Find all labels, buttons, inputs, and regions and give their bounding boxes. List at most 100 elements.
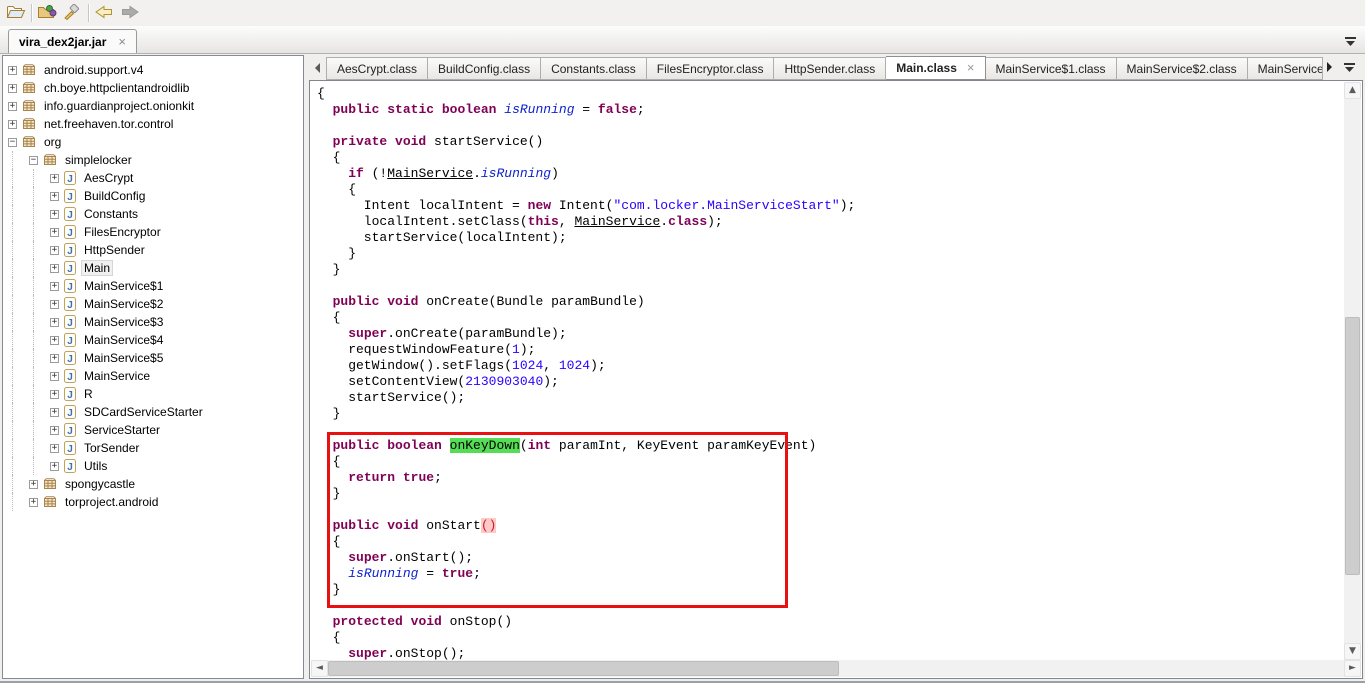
back-button[interactable] [92, 2, 116, 24]
vertical-scrollbar[interactable]: ▲ ▼ [1344, 82, 1361, 660]
tab-mainservice-3-clas[interactable]: MainService$3.clas [1248, 57, 1323, 80]
tree-item[interactable]: +JUtils [3, 457, 303, 475]
expand-icon[interactable]: + [50, 408, 59, 417]
vertical-scrollbar-thumb[interactable] [1345, 317, 1360, 575]
scroll-up-button[interactable]: ▲ [1344, 82, 1361, 99]
expand-icon[interactable]: + [50, 228, 59, 237]
java-class-icon: J [64, 387, 76, 401]
tab-aescrypt-class[interactable]: AesCrypt.class [326, 57, 428, 80]
expand-icon[interactable]: + [50, 282, 59, 291]
tab-main-class[interactable]: Main.class× [886, 56, 985, 80]
tree-item[interactable]: +JMainService$2 [3, 295, 303, 313]
close-icon[interactable]: × [967, 63, 975, 73]
scroll-tabs-left-button[interactable] [309, 55, 326, 80]
tree-item[interactable]: +net.freehaven.tor.control [3, 115, 303, 133]
tab-buildconfig-class[interactable]: BuildConfig.class [428, 57, 541, 80]
tree-item[interactable]: +torproject.android [3, 493, 303, 511]
expand-icon[interactable]: + [8, 120, 17, 129]
tree-item[interactable]: +JR [3, 385, 303, 403]
horizontal-scrollbar-thumb[interactable] [328, 661, 839, 676]
tree-item[interactable]: +spongycastle [3, 475, 303, 493]
expand-icon[interactable]: + [29, 480, 38, 489]
tree-item[interactable]: +JMainService$4 [3, 331, 303, 349]
open-type-button[interactable] [35, 2, 59, 24]
tree-item[interactable]: +JMainService [3, 367, 303, 385]
tab-list-icon[interactable] [1345, 35, 1356, 49]
tree-item[interactable]: +JMainService$5 [3, 349, 303, 367]
tree-item[interactable]: +JMainService$1 [3, 277, 303, 295]
collapse-icon[interactable]: − [29, 156, 38, 165]
forward-button[interactable] [118, 2, 142, 24]
expand-icon[interactable]: + [50, 174, 59, 183]
search-button[interactable] [59, 2, 83, 24]
tree-indent-guide [12, 385, 29, 403]
scroll-tabs-right-button[interactable] [1327, 61, 1332, 75]
code-token: onStop() [442, 614, 512, 629]
tree-item[interactable]: +JServiceStarter [3, 421, 303, 439]
expand-icon[interactable]: + [50, 300, 59, 309]
tab-mainservice-1-class[interactable]: MainService$1.class [986, 57, 1117, 80]
tree-item[interactable]: +JConstants [3, 205, 303, 223]
scroll-right-button[interactable]: ► [1344, 660, 1361, 677]
tree-item[interactable]: −org [3, 133, 303, 151]
tab-label: AesCrypt.class [337, 62, 417, 76]
expand-icon[interactable]: + [50, 264, 59, 273]
tab-mainservice-2-class[interactable]: MainService$2.class [1117, 57, 1248, 80]
code-line: { [317, 630, 1344, 646]
scroll-down-button[interactable]: ▼ [1344, 643, 1361, 660]
expand-icon[interactable]: + [29, 498, 38, 507]
tree-item[interactable]: +JFilesEncryptor [3, 223, 303, 241]
jar-tab[interactable]: vira_dex2jar.jar × [8, 29, 137, 53]
tree-item[interactable]: +JBuildConfig [3, 187, 303, 205]
code-line: localIntent.setClass(this, MainService.c… [317, 214, 1344, 230]
tree-indent-guide [12, 457, 29, 475]
code-token: super [348, 550, 387, 565]
tree-item[interactable]: +info.guardianproject.onionkit [3, 97, 303, 115]
expand-icon[interactable]: + [50, 372, 59, 381]
tree-item[interactable]: +JSDCardServiceStarter [3, 403, 303, 421]
tab-constants-class[interactable]: Constants.class [541, 57, 647, 80]
expand-icon[interactable]: + [8, 84, 17, 93]
tree-item[interactable]: +JAesCrypt [3, 169, 303, 187]
tree-item[interactable]: +JMainService$3 [3, 313, 303, 331]
tab-list-icon[interactable] [1344, 61, 1355, 75]
expand-icon[interactable]: + [8, 102, 17, 111]
expand-icon[interactable]: + [50, 318, 59, 327]
expand-icon[interactable]: + [50, 210, 59, 219]
expand-icon[interactable]: + [50, 462, 59, 471]
expand-icon[interactable]: + [8, 66, 17, 75]
expand-icon[interactable]: + [50, 444, 59, 453]
expand-icon[interactable]: + [50, 354, 59, 363]
expand-icon[interactable]: + [50, 336, 59, 345]
expand-icon[interactable]: + [50, 192, 59, 201]
open-file-button[interactable] [4, 2, 28, 24]
expand-icon[interactable]: + [50, 426, 59, 435]
close-icon[interactable]: × [118, 37, 126, 47]
expand-icon[interactable]: + [50, 246, 59, 255]
tab-httpsender-class[interactable]: HttpSender.class [774, 57, 886, 80]
tree-item[interactable]: +JTorSender [3, 439, 303, 457]
code-token [317, 518, 333, 533]
tree-item[interactable]: +JHttpSender [3, 241, 303, 259]
code-panel: AesCrypt.class BuildConfig.classConstants… [309, 55, 1363, 679]
scroll-left-button[interactable]: ◄ [311, 660, 328, 677]
expand-icon[interactable]: + [50, 390, 59, 399]
code-token: private [333, 134, 388, 149]
tree-item[interactable]: −simplelocker [3, 151, 303, 169]
tree-item[interactable]: +ch.boye.httpclientandroidlib [3, 79, 303, 97]
tree-item-label: ServiceStarter [81, 422, 163, 438]
source-code-view[interactable]: { public static boolean isRunning = fals… [309, 80, 1363, 679]
tab-filesencryptor-class[interactable]: FilesEncryptor.class [647, 57, 775, 80]
tree-item-label: BuildConfig [81, 188, 148, 204]
code-line: { [317, 534, 1344, 550]
code-token: { [317, 630, 340, 645]
code-line: isRunning = true; [317, 566, 1344, 582]
horizontal-scrollbar[interactable]: ◄ ► [311, 660, 1361, 677]
tree-item[interactable]: +JMain [3, 259, 303, 277]
code-line: return true; [317, 470, 1344, 486]
tree-item-label: TorSender [81, 440, 142, 456]
code-token: ; [637, 102, 645, 117]
tree-indent-guide [12, 349, 29, 367]
collapse-icon[interactable]: − [8, 138, 17, 147]
tree-item[interactable]: +android.support.v4 [3, 61, 303, 79]
